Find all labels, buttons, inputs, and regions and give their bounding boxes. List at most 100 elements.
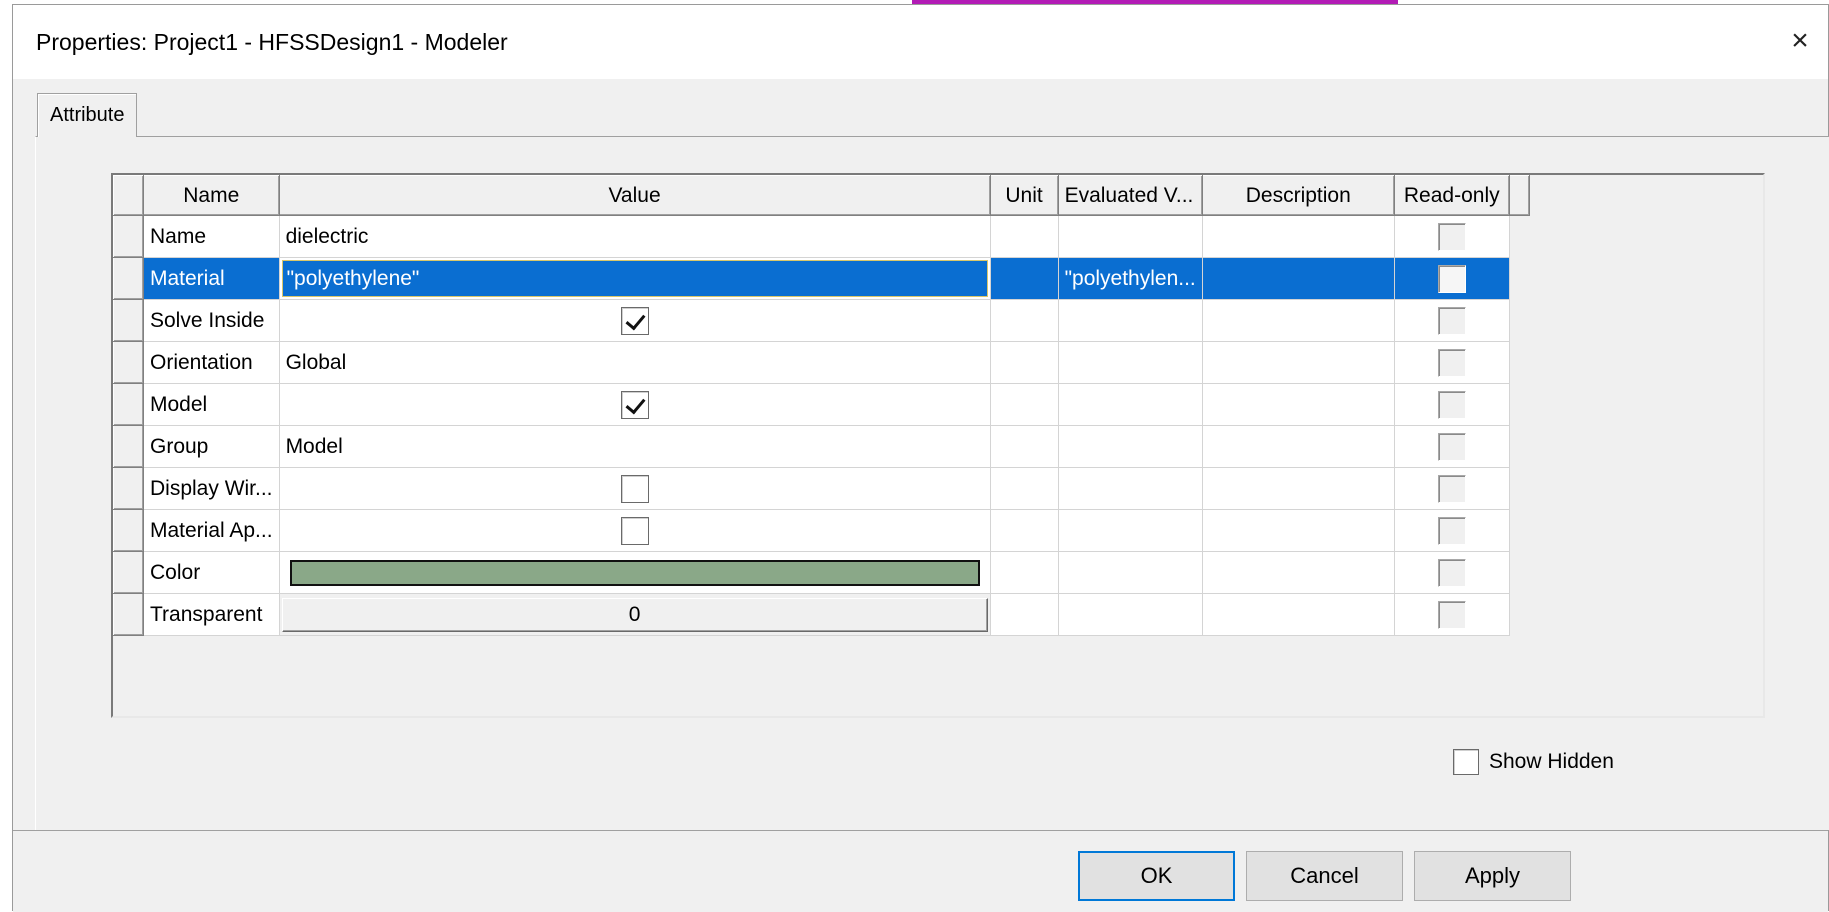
property-value-cell[interactable] — [278, 509, 991, 552]
close-button[interactable]: × — [1782, 23, 1818, 59]
property-value-cell[interactable] — [278, 551, 991, 594]
read-only-cell — [1393, 299, 1510, 342]
property-description[interactable] — [1201, 383, 1395, 426]
display-wireframe-checkbox[interactable] — [620, 474, 649, 503]
property-unit[interactable] — [989, 425, 1059, 468]
property-name[interactable]: Display Wir... — [143, 467, 280, 510]
property-name[interactable]: Material Ap... — [143, 509, 280, 552]
property-value-cell[interactable] — [278, 467, 991, 510]
table-row[interactable]: Color — [113, 551, 1530, 594]
row-header[interactable] — [113, 299, 144, 342]
solve-inside-checkbox[interactable] — [620, 306, 649, 335]
property-description[interactable] — [1201, 299, 1395, 342]
property-description[interactable] — [1201, 425, 1395, 468]
property-evaluated[interactable] — [1057, 509, 1203, 552]
column-header-unit[interactable]: Unit — [989, 175, 1059, 216]
property-evaluated[interactable] — [1057, 215, 1203, 258]
property-unit[interactable] — [989, 215, 1059, 258]
property-name[interactable]: Name — [143, 215, 280, 258]
property-name[interactable]: Model — [143, 383, 280, 426]
property-evaluated[interactable] — [1057, 551, 1203, 594]
corner-header[interactable] — [113, 175, 144, 216]
row-header[interactable] — [113, 257, 144, 300]
property-description[interactable] — [1201, 593, 1395, 636]
model-checkbox[interactable] — [620, 390, 649, 419]
table-row[interactable]: Group Model — [113, 425, 1530, 468]
property-unit[interactable] — [989, 341, 1059, 384]
property-value-cell[interactable] — [278, 299, 991, 342]
table-row-selected[interactable]: Material "polyethylene" "polyethylen... — [113, 257, 1530, 300]
property-description[interactable] — [1201, 215, 1395, 258]
row-header[interactable] — [113, 593, 144, 636]
property-value[interactable]: Model — [278, 425, 991, 468]
column-header-evaluated-value[interactable]: Evaluated V... — [1057, 175, 1203, 216]
row-header[interactable] — [113, 467, 144, 510]
property-unit[interactable] — [989, 299, 1059, 342]
tab-attribute[interactable]: Attribute — [37, 93, 138, 137]
property-evaluated[interactable]: "polyethylen... — [1057, 257, 1203, 300]
property-unit[interactable] — [989, 383, 1059, 426]
property-evaluated[interactable] — [1057, 299, 1203, 342]
read-only-cell — [1393, 257, 1510, 300]
property-description[interactable] — [1201, 551, 1395, 594]
property-name[interactable]: Orientation — [143, 341, 280, 384]
property-evaluated[interactable] — [1057, 593, 1203, 636]
property-description[interactable] — [1201, 509, 1395, 552]
ok-button[interactable]: OK — [1078, 851, 1235, 901]
table-row[interactable]: Orientation Global — [113, 341, 1530, 384]
property-unit[interactable] — [989, 593, 1059, 636]
property-name[interactable]: Transparent — [143, 593, 280, 636]
column-header-name[interactable]: Name — [143, 175, 280, 216]
property-name[interactable]: Material — [143, 257, 280, 300]
property-name[interactable]: Solve Inside — [143, 299, 280, 342]
property-name[interactable]: Group — [143, 425, 280, 468]
row-header[interactable] — [113, 341, 144, 384]
table-row[interactable]: Material Ap... — [113, 509, 1530, 552]
material-value-editor[interactable]: "polyethylene" — [281, 260, 988, 297]
row-header[interactable] — [113, 425, 144, 468]
property-value-cell[interactable]: "polyethylene" — [278, 257, 991, 300]
column-header-value[interactable]: Value — [278, 175, 991, 216]
row-header[interactable] — [113, 215, 144, 258]
property-evaluated[interactable] — [1057, 467, 1203, 510]
table-row[interactable]: Transparent 0 — [113, 593, 1530, 636]
property-value-cell[interactable] — [278, 383, 991, 426]
material-appearance-checkbox[interactable] — [620, 516, 649, 545]
read-only-checkbox — [1437, 264, 1466, 293]
property-value-cell[interactable]: 0 — [278, 593, 991, 636]
table-row[interactable]: Display Wir... — [113, 467, 1530, 510]
property-value[interactable]: Global — [278, 341, 991, 384]
property-description[interactable] — [1201, 341, 1395, 384]
show-hidden-option[interactable]: Show Hidden — [1453, 749, 1614, 775]
apply-button[interactable]: Apply — [1414, 851, 1571, 901]
column-header-description[interactable]: Description — [1201, 175, 1395, 216]
title-bar[interactable]: Properties: Project1 - HFSSDesign1 - Mod… — [13, 5, 1828, 79]
property-description[interactable] — [1201, 467, 1395, 510]
read-only-checkbox — [1437, 348, 1466, 377]
transparency-button[interactable]: 0 — [281, 597, 988, 632]
property-unit[interactable] — [989, 509, 1059, 552]
show-hidden-checkbox[interactable] — [1453, 749, 1479, 775]
table-row[interactable]: Solve Inside — [113, 299, 1530, 342]
row-header[interactable] — [113, 383, 144, 426]
window-title: Properties: Project1 - HFSSDesign1 - Mod… — [36, 29, 508, 55]
column-header-read-only[interactable]: Read-only — [1393, 175, 1510, 216]
row-header[interactable] — [113, 509, 144, 552]
header-row: Name Value Unit Evaluated V... Descripti… — [113, 175, 1530, 216]
color-swatch[interactable] — [289, 559, 980, 586]
property-evaluated[interactable] — [1057, 383, 1203, 426]
property-unit[interactable] — [989, 551, 1059, 594]
table-row[interactable]: Name dielectric — [113, 215, 1530, 258]
property-name[interactable]: Color — [143, 551, 280, 594]
cancel-button[interactable]: Cancel — [1246, 851, 1403, 901]
properties-grid: Name Value Unit Evaluated V... Descripti… — [111, 173, 1765, 718]
property-value[interactable]: dielectric — [278, 215, 991, 258]
property-unit[interactable] — [989, 257, 1059, 300]
property-evaluated[interactable] — [1057, 425, 1203, 468]
table-row[interactable]: Model — [113, 383, 1530, 426]
property-unit[interactable] — [989, 467, 1059, 510]
read-only-cell — [1393, 551, 1510, 594]
row-header[interactable] — [113, 551, 144, 594]
property-evaluated[interactable] — [1057, 341, 1203, 384]
property-description[interactable] — [1201, 257, 1395, 300]
